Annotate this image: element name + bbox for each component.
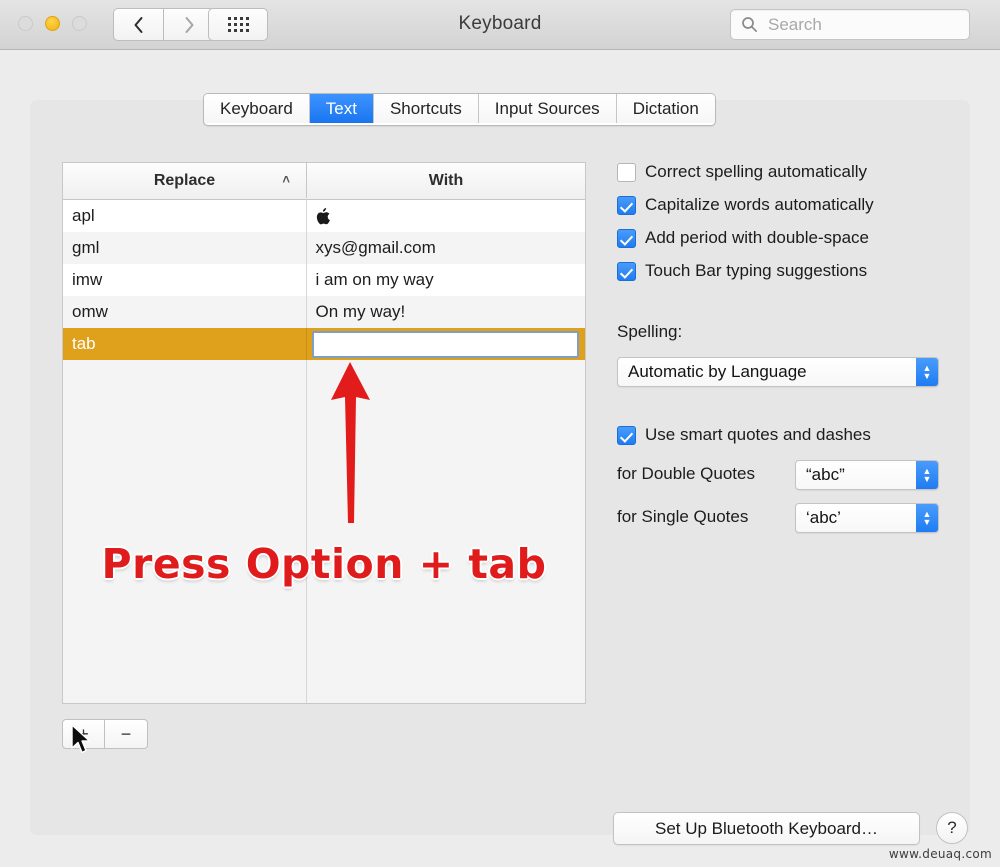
single-quotes-label: for Single Quotes — [617, 507, 749, 526]
tab-dictation[interactable]: Dictation — [616, 94, 715, 123]
table-row-selected[interactable]: tab — [63, 328, 585, 360]
chevron-updown-icon: ▲ ▼ — [916, 358, 938, 386]
cell-with-editing[interactable] — [306, 328, 585, 360]
chevron-updown-icon: ▲ ▼ — [916, 504, 938, 532]
checkbox-label: Capitalize words automatically — [645, 195, 874, 214]
remove-substitution-button[interactable]: − — [105, 719, 148, 749]
chevron-down-glyph: ▼ — [922, 371, 932, 381]
checkbox-capitalize-words[interactable]: Capitalize words automatically — [617, 195, 874, 215]
single-quotes-popup-button[interactable]: ‘abc’ ▲ ▼ — [795, 503, 939, 533]
watermark: www.deuaq.com — [888, 847, 992, 861]
with-text-input[interactable] — [312, 330, 580, 358]
cell-with — [307, 200, 585, 232]
column-header-replace-label: Replace — [153, 171, 216, 189]
table-row[interactable]: imw i am on my way — [63, 264, 585, 296]
checkbox-checked-icon[interactable] — [617, 261, 636, 281]
checkbox-label: Correct spelling automatically — [645, 162, 868, 181]
search-input[interactable] — [766, 13, 960, 36]
chevron-updown-icon: ▲ ▼ — [916, 461, 938, 489]
spelling-label: Spelling: — [617, 322, 683, 341]
checkbox-label: Add period with double-space — [645, 228, 869, 247]
annotation-text: Press Option + tab — [101, 540, 547, 588]
cell-with: On my way! — [315, 302, 406, 321]
tab-bar: Keyboard Text Shortcuts Input Sources Di… — [203, 93, 716, 126]
tab-text[interactable]: Text — [309, 94, 374, 123]
checkbox-checked-icon[interactable] — [617, 228, 636, 248]
keyboard-preferences-window: Keyboard Keyboard Text Shortcuts Input S… — [0, 0, 1000, 867]
checkbox-label: Touch Bar typing suggestions — [645, 261, 868, 280]
cell-with: i am on my way — [315, 270, 434, 289]
table-empty-left — [63, 360, 308, 703]
checkbox-unchecked-icon[interactable] — [617, 162, 636, 182]
chevron-down-glyph: ▼ — [922, 517, 932, 527]
column-header-replace[interactable]: Replace ˄ — [63, 163, 307, 198]
spelling-selected-value: Automatic by Language — [628, 362, 807, 381]
table-empty-area — [63, 360, 585, 703]
sort-ascending-icon: ˄ — [282, 172, 290, 187]
table-header: Replace ˄ With — [63, 163, 585, 200]
tab-shortcuts[interactable]: Shortcuts — [373, 94, 479, 123]
checkbox-touch-bar-suggestions[interactable]: Touch Bar typing suggestions — [617, 261, 867, 281]
checkbox-correct-spelling[interactable]: Correct spelling automatically — [617, 162, 867, 182]
tab-input-sources[interactable]: Input Sources — [478, 94, 617, 123]
add-remove-buttons: + − — [62, 719, 148, 749]
cell-replace: imw — [63, 264, 307, 296]
set-up-bluetooth-keyboard-button[interactable]: Set Up Bluetooth Keyboard… — [613, 812, 920, 845]
table-row[interactable]: omw On my way! — [63, 296, 585, 328]
cell-replace: omw — [63, 296, 307, 328]
double-quotes-popup-button[interactable]: “abc” ▲ ▼ — [795, 460, 939, 490]
double-quotes-selected-value: “abc” — [806, 465, 845, 484]
spelling-popup-button[interactable]: Automatic by Language ▲ ▼ — [617, 357, 939, 387]
chevron-down-glyph: ▼ — [922, 474, 932, 484]
search-field[interactable] — [730, 9, 970, 40]
checkbox-smart-quotes[interactable]: Use smart quotes and dashes — [617, 425, 871, 445]
window-titlebar: Keyboard — [0, 0, 1000, 50]
table-row[interactable]: gml xys@gmail.com — [63, 232, 585, 264]
checkbox-checked-icon[interactable] — [617, 195, 636, 215]
cell-replace: tab — [63, 328, 307, 360]
tab-keyboard[interactable]: Keyboard — [204, 94, 310, 123]
add-substitution-button[interactable]: + — [62, 719, 105, 749]
text-substitutions-table: Replace ˄ With apl gml xys@gmail.com imw… — [62, 162, 586, 704]
search-icon — [742, 17, 758, 33]
help-button[interactable]: ? — [936, 812, 968, 844]
table-empty-right — [307, 360, 585, 703]
checkbox-add-period[interactable]: Add period with double-space — [617, 228, 869, 248]
single-quotes-selected-value: ‘abc’ — [806, 508, 841, 527]
column-header-with[interactable]: With — [307, 163, 585, 198]
cell-replace: apl — [63, 200, 307, 232]
table-row[interactable]: apl — [63, 200, 585, 232]
double-quotes-label: for Double Quotes — [617, 464, 755, 483]
cell-replace: gml — [63, 232, 307, 264]
apple-logo-icon — [316, 207, 330, 224]
checkbox-checked-icon[interactable] — [617, 425, 636, 445]
checkbox-label: Use smart quotes and dashes — [645, 425, 871, 444]
cell-with: xys@gmail.com — [315, 238, 436, 257]
column-header-with-label: With — [428, 171, 464, 189]
